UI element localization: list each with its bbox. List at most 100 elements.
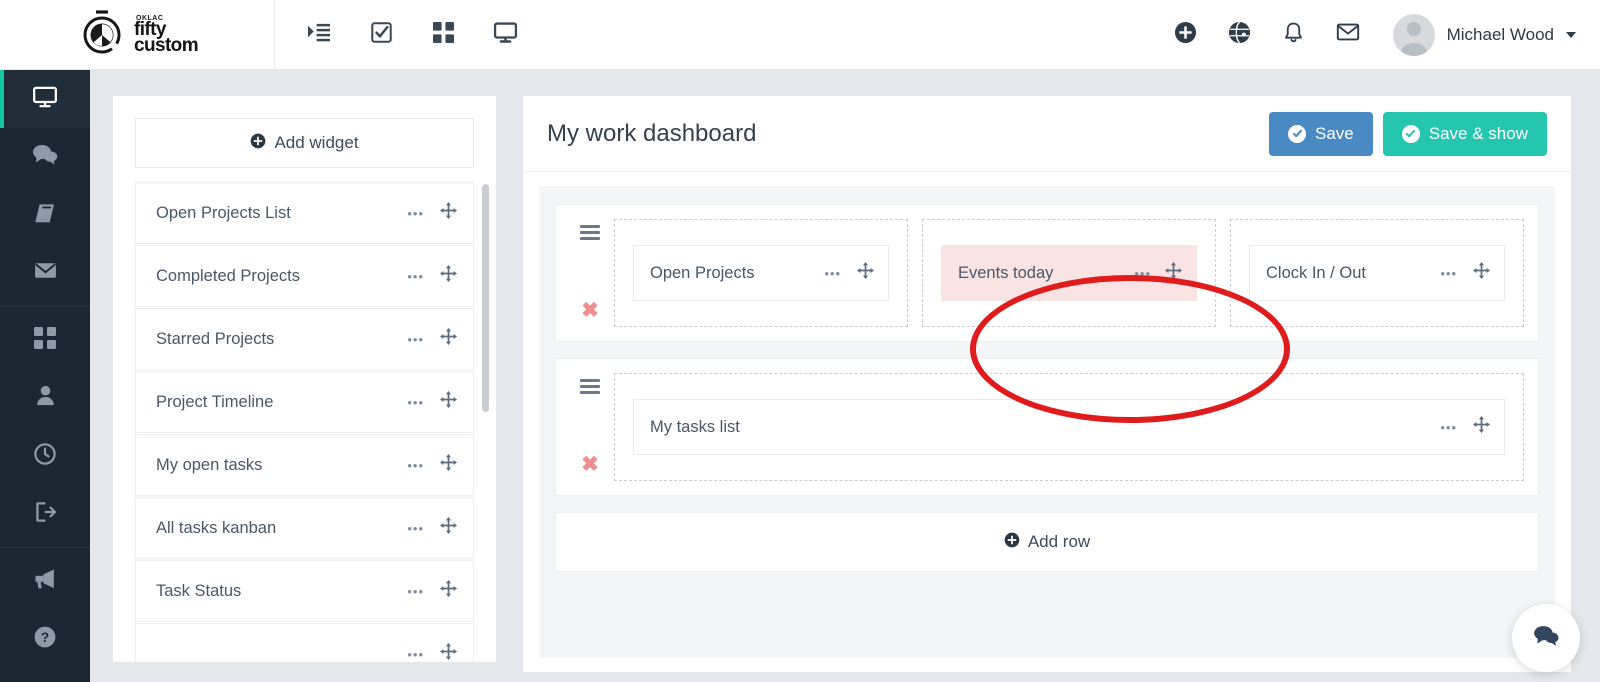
topnav-modules[interactable]	[427, 18, 459, 52]
more-options-icon[interactable]: •••	[407, 585, 424, 598]
list-item[interactable]: Project Timeline •••	[135, 371, 474, 433]
more-options-icon[interactable]: •••	[407, 459, 424, 472]
topnav-indent-list[interactable]	[303, 18, 335, 52]
more-options-icon[interactable]: •••	[824, 267, 841, 280]
drag-move-icon[interactable]	[1473, 262, 1490, 284]
bell-icon	[1282, 21, 1305, 49]
language-button[interactable]	[1227, 21, 1253, 48]
drag-move-icon[interactable]	[440, 517, 457, 539]
sidebar-item-knowledge-base[interactable]	[0, 186, 90, 244]
add-button[interactable]	[1173, 21, 1199, 48]
save-and-show-button[interactable]: Save & show	[1382, 111, 1547, 156]
delete-row-button[interactable]: ✖	[581, 454, 599, 475]
chat-fab-button[interactable]	[1512, 604, 1580, 672]
save-and-show-button-label: Save & show	[1428, 123, 1528, 143]
more-options-icon[interactable]: •••	[407, 522, 424, 535]
messages-button[interactable]	[1335, 22, 1361, 48]
more-options-icon[interactable]: •••	[407, 333, 424, 346]
drag-move-icon[interactable]	[440, 202, 457, 224]
widget-dropzone[interactable]: Clock In / Out •••	[1230, 219, 1524, 327]
topnav-tasks[interactable]	[365, 18, 397, 52]
list-item[interactable]: Starred Projects •••	[135, 308, 474, 370]
widget-list: Open Projects List ••• Completed Project…	[135, 182, 474, 662]
list-item[interactable]: My open tasks •••	[135, 434, 474, 496]
drag-move-icon[interactable]	[440, 643, 457, 662]
left-sidebar: ?	[0, 70, 90, 682]
grid-icon	[432, 21, 454, 48]
dashboard-row: ✖ My tasks list •••	[555, 358, 1539, 496]
more-options-icon[interactable]: •••	[1440, 267, 1457, 280]
svg-text:?: ?	[41, 630, 49, 645]
save-button-label: Save	[1315, 123, 1354, 143]
widget-dropzone[interactable]: Open Projects •••	[614, 219, 908, 327]
row-drag-handle-icon[interactable]	[580, 225, 600, 240]
logo-mark-icon	[76, 9, 128, 61]
drag-move-icon[interactable]	[440, 328, 457, 350]
more-options-icon[interactable]: •••	[407, 270, 424, 283]
envelope-icon	[1336, 20, 1360, 49]
drag-move-icon[interactable]	[440, 265, 457, 287]
dashboard-widget[interactable]: Open Projects •••	[633, 245, 889, 301]
drag-move-icon[interactable]	[440, 454, 457, 476]
more-options-icon[interactable]: •••	[407, 396, 424, 409]
sidebar-item-announcements[interactable]	[0, 552, 90, 610]
dashboard-widget[interactable]: My tasks list •••	[633, 399, 1505, 455]
more-options-icon[interactable]: •••	[1134, 267, 1151, 280]
grid-icon	[34, 326, 56, 354]
more-options-icon[interactable]: •••	[407, 207, 424, 220]
list-item[interactable]: All tasks kanban •••	[135, 497, 474, 559]
sidebar-item-timesheets[interactable]	[0, 427, 90, 485]
sidebar-item-inbox[interactable]	[0, 244, 90, 302]
widget-name: My open tasks	[156, 455, 263, 474]
megaphone-icon	[33, 566, 58, 596]
top-bar: OKLAC fifty custom Michael Wood	[0, 0, 1600, 70]
dashboard-widget-highlighted[interactable]: Events today •••	[941, 245, 1197, 301]
chat-bubbles-icon	[1532, 622, 1560, 655]
sidebar-item-dashboard[interactable]	[0, 70, 90, 128]
page-content: Add widget Open Projects List ••• Comple…	[90, 70, 1600, 682]
list-item[interactable]: Task Status •••	[135, 560, 474, 622]
add-widget-label: Add widget	[274, 133, 359, 152]
add-widget-button[interactable]: Add widget	[135, 118, 474, 168]
user-name: Michael Wood	[1446, 24, 1554, 44]
drag-move-icon[interactable]	[857, 262, 874, 284]
widget-name: Clock In / Out	[1266, 263, 1366, 282]
sidebar-item-help[interactable]: ?	[0, 610, 90, 668]
topnav-dashboards[interactable]	[489, 18, 521, 52]
more-options-icon[interactable]: •••	[407, 648, 424, 661]
dashboard-widget[interactable]: Clock In / Out •••	[1249, 245, 1505, 301]
more-options-icon[interactable]: •••	[1440, 421, 1457, 434]
chevron-down-icon	[1566, 31, 1576, 38]
sidebar-item-signout[interactable]	[0, 485, 90, 543]
drag-move-icon[interactable]	[440, 580, 457, 602]
drag-move-icon[interactable]	[1473, 416, 1490, 438]
brand-logo[interactable]: OKLAC fifty custom	[0, 0, 275, 70]
widget-dropzone[interactable]: Events today •••	[922, 219, 1216, 327]
sidebar-item-chat[interactable]	[0, 128, 90, 186]
drag-move-icon[interactable]	[1165, 262, 1182, 284]
widget-list-scrollbar[interactable]	[482, 184, 489, 634]
widget-dropzone[interactable]: My tasks list •••	[614, 373, 1524, 481]
help-circle-icon: ?	[33, 625, 57, 654]
list-item[interactable]: •••	[135, 623, 474, 662]
notifications-button[interactable]	[1281, 22, 1307, 48]
list-item[interactable]: Open Projects List •••	[135, 182, 474, 244]
sidebar-divider	[0, 306, 90, 307]
sidebar-item-apps[interactable]	[0, 311, 90, 369]
logout-icon	[33, 500, 57, 529]
row-drag-handle-icon[interactable]	[580, 379, 600, 394]
add-row-button[interactable]: Add row	[555, 512, 1539, 572]
dashboard-row: ✖ Open Projects ••• Events today ••• Clo…	[555, 204, 1539, 342]
dashboard-header: My work dashboard Save Save & show	[523, 96, 1571, 172]
indent-list-icon	[307, 21, 331, 49]
scrollbar-thumb[interactable]	[482, 184, 489, 412]
save-button[interactable]: Save	[1269, 111, 1373, 156]
rows-container: ✖ Open Projects ••• Events today ••• Clo…	[539, 186, 1555, 658]
sidebar-item-profile[interactable]	[0, 369, 90, 427]
delete-row-button[interactable]: ✖	[581, 300, 599, 321]
user-icon	[34, 384, 57, 412]
list-item[interactable]: Completed Projects •••	[135, 245, 474, 307]
drag-move-icon[interactable]	[440, 391, 457, 413]
widget-name: Project Timeline	[156, 392, 274, 411]
user-menu[interactable]: Michael Wood	[1392, 13, 1576, 56]
